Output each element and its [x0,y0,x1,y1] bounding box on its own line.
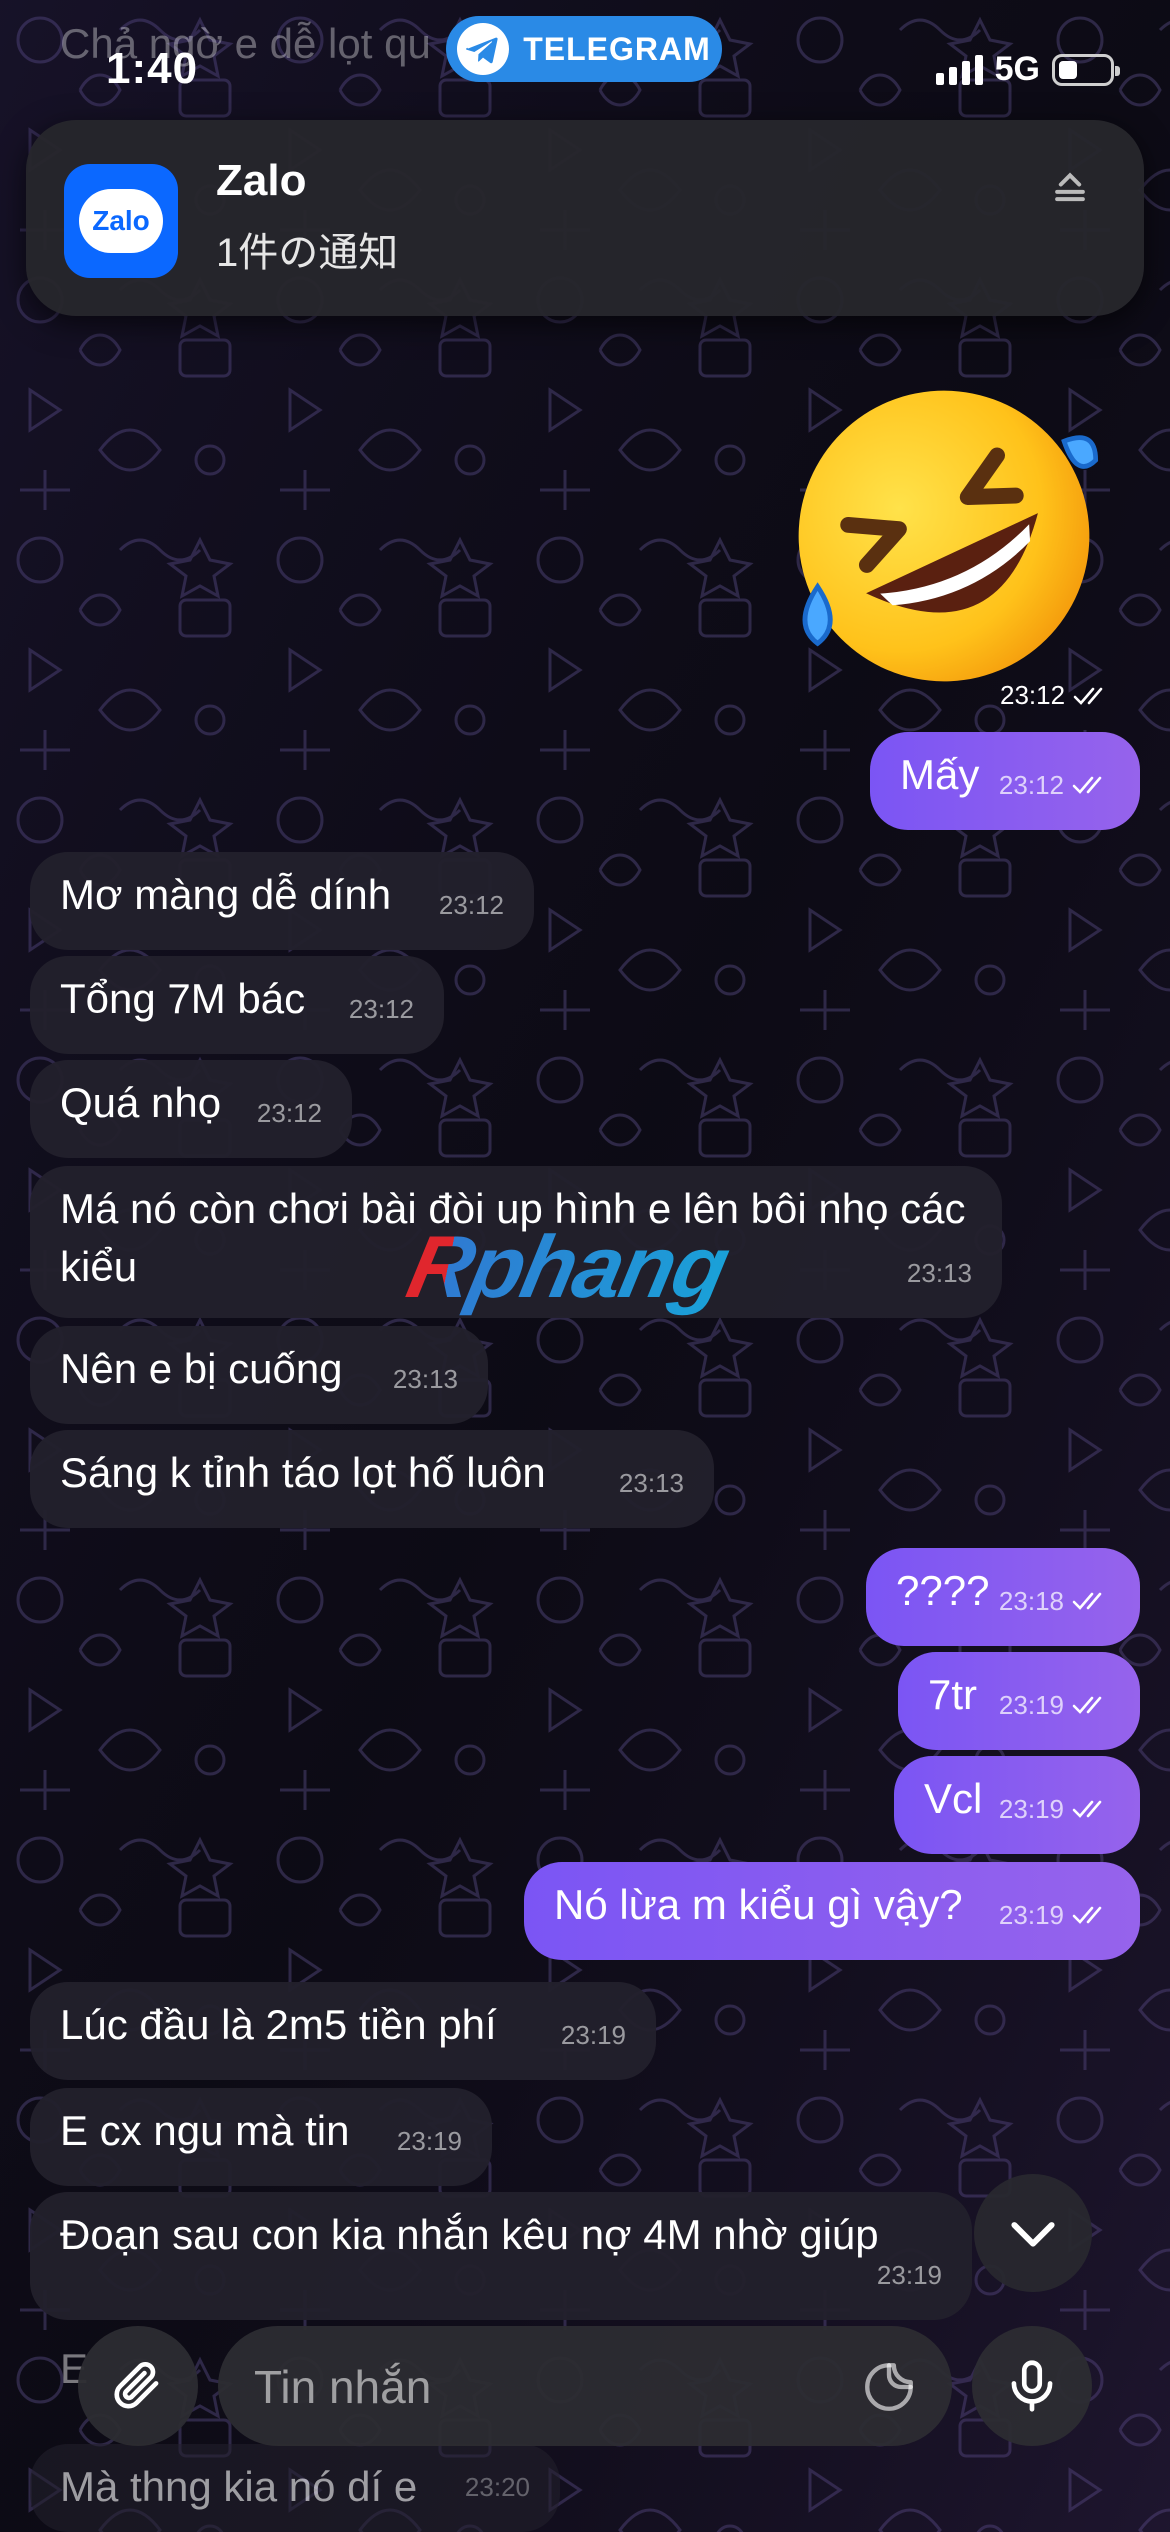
message-bubble-outgoing[interactable]: Mấy 23:12 [870,732,1140,830]
paperclip-icon [114,2362,159,2409]
message-time: 23:19 [998,1794,1064,1824]
message-text: Nó lừa m kiểu gì vậy? [554,1881,963,1928]
chevron-down-icon [1011,2222,1055,2247]
status-indicators: 5G [935,50,1120,89]
message-bubble-incoming[interactable]: Mà thng kia nó dí e 23:20 [30,2444,560,2532]
message-time: 23:20 [464,2472,530,2502]
message-time: 23:19 [560,2020,626,2050]
message-input[interactable] [252,2326,816,2448]
message-text: Nên e bị cuống [60,1345,343,1392]
message-time: 23:19 [998,1900,1064,1930]
double-check-icon [1073,687,1103,705]
message-bubble-outgoing[interactable]: Nó lừa m kiểu gì vậy? 23:19 [524,1862,1140,1960]
message-time: 23:12 [998,770,1064,800]
message-text: 7tr [928,1671,978,1718]
telegram-return-pill[interactable]: TELEGRAM [446,16,722,82]
double-check-icon [1072,776,1102,794]
message-bubble-incoming[interactable]: Sáng k tỉnh táo lọt hố luôn 23:13 [30,1430,714,1528]
message-text: Sáng k tỉnh táo lọt hố luôn [60,1449,546,1496]
message-text: Tổng 7M bác [60,975,306,1022]
zalo-app-icon: Zalo [64,164,178,278]
message-time: 23:18 [998,1586,1064,1616]
message-text: Lúc đầu là 2m5 tiền phí [60,2001,497,2048]
rolling-laughing-sticker[interactable] [786,378,1102,694]
message-text: Vcl [924,1775,983,1822]
zalo-notification-banner[interactable]: Zalo Zalo 1件の通知 [26,120,1144,316]
message-bubble-outgoing[interactable]: 7tr 23:19 [898,1652,1140,1750]
network-type: 5G [994,50,1040,88]
message-text: Quá nhọ [60,1079,222,1126]
message-time: 23:19 [396,2126,462,2156]
notification-title: Zalo [216,156,307,205]
double-check-icon [1072,1800,1102,1818]
message-text: Đoạn sau con kia nhắn kêu nợ 4M nhờ giúp [60,2211,879,2258]
battery-icon [1052,53,1120,86]
expand-notification-icon[interactable] [1048,168,1092,212]
message-time: 23:19 [998,1690,1064,1720]
message-bubble-outgoing[interactable]: Vcl 23:19 [894,1756,1140,1854]
cellular-signal-icon [935,54,983,85]
message-bubble-incoming[interactable]: Nên e bị cuống 23:13 [30,1326,488,1424]
message-time: 23:13 [392,1364,458,1394]
message-text: ???? [896,1567,990,1614]
attach-button[interactable] [78,2326,198,2446]
microphone-icon [1011,2360,1053,2412]
message-bubble-outgoing[interactable]: ???? 23:18 [866,1548,1140,1646]
message-bubble-incoming[interactable]: Tổng 7M bác 23:12 [30,956,444,1054]
telegram-plane-icon [457,23,510,75]
message-time: 23:13 [618,1468,684,1498]
message-time: 23:12 [1000,680,1066,710]
double-check-icon [1072,1696,1102,1714]
status-time: 1:40 [106,44,199,93]
double-check-icon [1072,1592,1102,1610]
message-text: Mà thng kia nó dí e [60,2463,418,2510]
double-check-icon [1072,1906,1102,1924]
message-bubble-incoming[interactable]: Lúc đầu là 2m5 tiền phí 23:19 [30,1982,656,2080]
message-time: 23:19 [876,2260,942,2290]
message-text: E cx ngu mà tin [60,2107,350,2154]
voice-record-button[interactable] [972,2326,1092,2446]
message-bubble-incoming[interactable]: E cx ngu mà tin 23:19 [30,2088,492,2186]
watermark-logo: Rphang [399,1217,737,1316]
message-time: 23:12 [256,1098,322,1128]
sticker-icon[interactable] [860,2358,918,2416]
message-time: 23:13 [906,1258,972,1288]
message-input-container[interactable] [218,2326,952,2448]
notification-body: 1件の通知 [216,231,399,275]
message-bubble-incoming[interactable]: Đoạn sau con kia nhắn kêu nợ 4M nhờ giúp… [30,2192,972,2320]
pill-label: TELEGRAM [523,30,711,67]
sticker-meta: 23:12 [1000,680,1111,711]
message-bubble-incoming[interactable]: Mơ màng dễ dính 23:12 [30,852,534,950]
scroll-to-bottom-button[interactable] [974,2174,1092,2292]
message-bubble-incoming[interactable]: Quá nhọ 23:12 [30,1060,352,1158]
message-time: 23:12 [438,890,504,920]
message-time: 23:12 [348,994,414,1024]
message-text: Mấy [900,751,980,798]
message-text: Mơ màng dễ dính [60,871,392,918]
zalo-logo-text: Zalo [79,189,163,253]
